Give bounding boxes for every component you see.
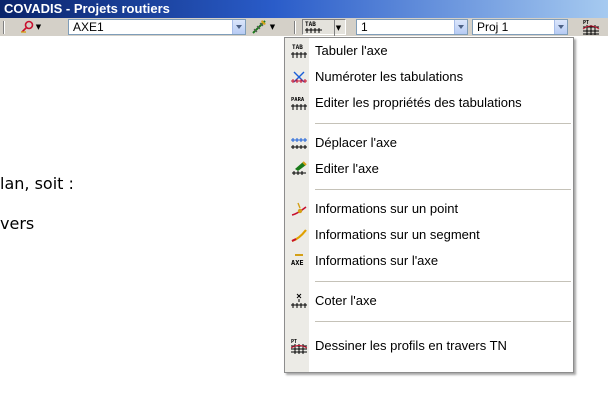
profile-draw-icon: PT <box>582 20 600 35</box>
number-tabs-icon <box>291 71 307 83</box>
chevron-down-icon[interactable] <box>554 20 567 34</box>
point-info-icon <box>291 202 307 216</box>
menu-separator <box>315 189 571 190</box>
menu-item-informations-point[interactable]: Informations sur un point <box>285 198 573 220</box>
menu-item-label: Déplacer l'axe <box>315 135 397 150</box>
menu-separator <box>315 321 571 322</box>
axis-info-icon: AXE <box>291 254 304 267</box>
menu-item-informations-segment[interactable]: Informations sur un segment <box>285 224 573 246</box>
move-axis-icon <box>291 138 307 149</box>
tabulation-select-value: 1 <box>361 20 368 34</box>
svg-text:PT: PT <box>583 20 589 26</box>
document-text-line-1: lan, soit : <box>0 174 74 193</box>
axis-select-value: AXE1 <box>73 20 104 34</box>
menu-item-label: Dessiner les profils en travers TN <box>315 338 507 353</box>
menu-separator <box>315 123 571 124</box>
axis-edit-dropdown-icon[interactable]: ▼ <box>269 19 276 35</box>
menu-item-deplacer-axe[interactable]: Déplacer l'axe <box>285 132 573 154</box>
tab-axis-dropdown-icon[interactable]: ▼ <box>334 20 342 36</box>
menu-item-label: Informations sur l'axe <box>315 253 439 268</box>
toolbar-window: COVADIS - Projets routiers ▼ AXE1 ▼ TAB … <box>0 0 608 36</box>
svg-text:TAB: TAB <box>305 21 316 28</box>
point-tool-icon <box>21 20 34 33</box>
menu-item-label: Coter l'axe <box>315 293 377 308</box>
tabulation-dropdown-menu: TAB Tabuler l'axe Numéroter les tabulati… <box>284 37 574 373</box>
menu-item-label: Numéroter les tabulations <box>315 69 464 84</box>
draw-profiles-icon: PT <box>291 339 307 354</box>
menu-item-editer-proprietes-tabulations[interactable]: PARA Editer les propriétés des tabulatio… <box>285 92 573 114</box>
tab-axis-button[interactable]: TAB ▼ <box>302 19 346 36</box>
axis-edit-button[interactable]: ▼ <box>250 19 280 35</box>
toolbar-grip[interactable] <box>3 21 5 34</box>
menu-item-label: Editer l'axe <box>315 161 379 176</box>
menu-item-label: Editer les propriétés des tabulations <box>315 95 522 110</box>
svg-text:PT: PT <box>291 339 297 345</box>
svg-text:TAB: TAB <box>292 44 303 51</box>
menu-item-coter-axe[interactable]: Coter l'axe <box>285 290 573 312</box>
point-tool-button[interactable]: ▼ <box>18 19 42 35</box>
menu-item-label: Informations sur un segment <box>315 227 480 242</box>
axis-edit-icon <box>252 20 266 34</box>
svg-text:AXE: AXE <box>291 259 304 267</box>
menu-item-editer-axe[interactable]: Editer l'axe <box>285 158 573 180</box>
edit-axis-icon <box>292 161 307 175</box>
segment-info-icon <box>291 229 307 243</box>
menu-item-dessiner-profils[interactable]: PT Dessiner les profils en travers TN <box>285 335 573 357</box>
menu-item-label: Tabuler l'axe <box>315 43 388 58</box>
menu-item-label: Informations sur un point <box>315 201 459 216</box>
menu-item-tabuler-axe[interactable]: TAB Tabuler l'axe <box>285 40 573 62</box>
axis-select[interactable]: AXE1 <box>68 19 246 35</box>
profile-draw-button[interactable]: PT <box>580 19 604 35</box>
tab-axis-icon: TAB <box>291 44 307 58</box>
project-select[interactable]: Proj 1 <box>472 19 568 35</box>
window-title: COVADIS - Projets routiers <box>0 0 608 18</box>
chevron-down-icon[interactable] <box>232 20 245 34</box>
tab-properties-icon: PARA <box>291 97 307 110</box>
toolbar-row: ▼ AXE1 ▼ TAB ▼ 1 Proj 1 PT <box>0 18 608 36</box>
document-text-line-2: vers <box>0 214 35 233</box>
svg-text:PARA: PARA <box>291 97 305 103</box>
tab-axis-icon: TAB <box>305 21 322 33</box>
project-select-value: Proj 1 <box>477 20 509 34</box>
menu-item-numeroter-tabulations[interactable]: Numéroter les tabulations <box>285 66 573 88</box>
toolbar-separator <box>294 21 296 34</box>
chevron-down-icon[interactable] <box>454 20 467 34</box>
tabulation-select[interactable]: 1 <box>356 19 468 35</box>
menu-separator <box>315 281 571 282</box>
point-tool-dropdown-icon[interactable]: ▼ <box>35 19 42 35</box>
menu-item-informations-axe[interactable]: AXE Informations sur l'axe <box>285 250 573 272</box>
dimension-axis-icon <box>291 293 307 308</box>
